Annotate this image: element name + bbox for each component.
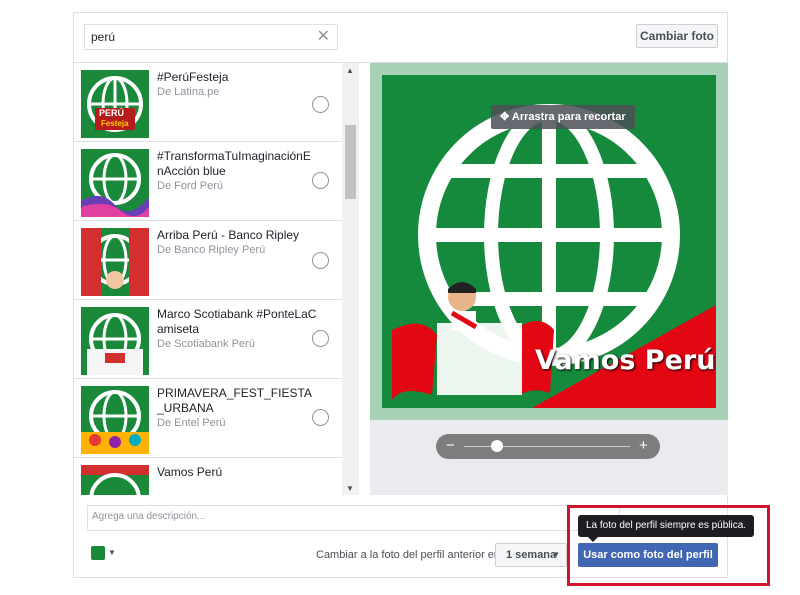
frame-icon xyxy=(91,546,105,560)
frame-source: De Ford Perú xyxy=(157,180,224,192)
list-item[interactable]: PERÚ Festeja #PerúFesteja De Latina.pe xyxy=(74,63,342,142)
frame-title: #PerúFesteja De Latina.pe xyxy=(157,70,317,99)
list-item[interactable]: Marco Scotiabank #PonteLaCamiseta De Scot… xyxy=(74,300,342,379)
select-radio[interactable] xyxy=(312,252,329,269)
scrollbar-thumb[interactable] xyxy=(345,125,356,199)
description-input[interactable] xyxy=(92,511,612,522)
search-input[interactable] xyxy=(91,29,311,45)
zoom-in-icon[interactable]: + xyxy=(639,437,648,455)
frame-thumbnail xyxy=(81,228,149,296)
frame-source: De Banco Ripley Perú xyxy=(157,244,266,256)
overlay-text: Vamos Perú ! xyxy=(535,345,716,376)
frame-source: De Entel Perú xyxy=(157,417,226,429)
change-photo-button[interactable]: Cambiar foto xyxy=(636,24,718,48)
thumb-sub: Festeja xyxy=(101,119,129,128)
frame-title: Vamos Perú xyxy=(157,465,223,479)
chevron-down-icon: ▼ xyxy=(108,548,116,557)
thumb-text: PERÚ xyxy=(99,108,125,118)
scroll-up-icon[interactable]: ▲ xyxy=(346,66,354,75)
drag-to-crop-hint: ✥ Arrastra para recortar xyxy=(491,105,635,129)
revert-label: Cambiar a la foto del perfil anterior en xyxy=(316,549,501,561)
frame-title: PRIMAVERA_FEST_FIESTA_URBANA De Entel Per… xyxy=(157,386,317,430)
frame-thumbnail xyxy=(81,386,149,454)
zoom-track[interactable] xyxy=(464,446,630,447)
list-scrollbar[interactable]: ▲ ▼ xyxy=(342,63,359,495)
frame-results-list: PERÚ Festeja #PerúFesteja De Latina.pe #T… xyxy=(74,62,369,495)
select-radio[interactable] xyxy=(312,172,329,189)
frame-source: De Scotiabank Perú xyxy=(157,338,255,350)
duration-select[interactable]: 1 semana ▼ xyxy=(495,543,567,567)
zoom-out-icon[interactable]: − xyxy=(446,437,455,455)
highlight-box xyxy=(567,505,770,586)
description-box[interactable] xyxy=(87,505,620,531)
photo-preview-panel: ✥ Arrastra para recortar Vamos Perú ! − … xyxy=(370,62,728,495)
select-radio[interactable] xyxy=(312,330,329,347)
select-radio[interactable] xyxy=(312,96,329,113)
profile-frame-dialog: ✕ Cambiar foto PERÚ Festeja #PerúFesteja… xyxy=(73,12,755,578)
frame-source: De Latina.pe xyxy=(157,86,220,98)
list-item[interactable]: Arriba Perú - Banco Ripley De Banco Riple… xyxy=(74,221,342,300)
frame-title: Arriba Perú - Banco Ripley De Banco Riple… xyxy=(157,228,317,257)
close-icon[interactable]: ✕ xyxy=(317,29,330,45)
scroll-down-icon[interactable]: ▼ xyxy=(346,484,354,493)
profile-preview-image[interactable]: ✥ Arrastra para recortar Vamos Perú ! xyxy=(382,75,716,408)
privacy-selector[interactable]: ▼ xyxy=(91,546,119,562)
frame-thumbnail xyxy=(81,465,149,495)
crop-area[interactable]: ✥ Arrastra para recortar Vamos Perú ! xyxy=(370,63,728,420)
frame-thumbnail: PERÚ Festeja xyxy=(81,70,149,138)
select-radio[interactable] xyxy=(312,409,329,426)
list-item[interactable]: PRIMAVERA_FEST_FIESTA_URBANA De Entel Per… xyxy=(74,379,342,458)
zoom-slider[interactable]: − + xyxy=(436,434,660,459)
search-box[interactable]: ✕ xyxy=(84,24,338,50)
chevron-down-icon: ▼ xyxy=(552,550,560,559)
frame-title: #TransformaTuImaginaciónEnAcción blue De … xyxy=(157,149,317,193)
zoom-knob[interactable] xyxy=(491,440,503,452)
list-item[interactable]: Vamos Perú xyxy=(74,458,342,495)
frame-thumbnail xyxy=(81,149,149,217)
list-item[interactable]: #TransformaTuImaginaciónEnAcción blue De … xyxy=(74,142,342,221)
frame-thumbnail xyxy=(81,307,149,375)
frame-title: Marco Scotiabank #PonteLaCamiseta De Scot… xyxy=(157,307,317,350)
